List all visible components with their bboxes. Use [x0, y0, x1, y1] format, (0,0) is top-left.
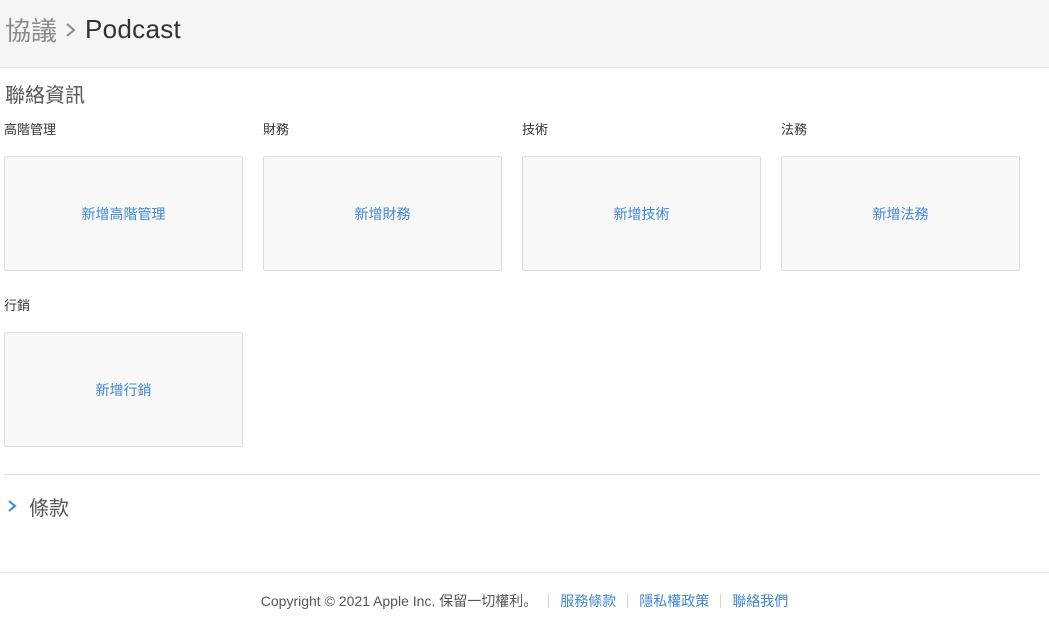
copyright-text: Copyright © 2021 Apple Inc. 保留一切權利。 [260, 593, 538, 609]
terms-of-service-link[interactable]: 服務條款 [560, 591, 616, 611]
group-label: 高階管理 [4, 122, 57, 137]
contact-group-legal: 法務 新增法務 [781, 121, 1020, 271]
page-header: 協議 Podcast [0, 0, 1049, 68]
contact-group-marketing: 行銷 新增行銷 [4, 297, 243, 447]
contact-group-finance: 財務 新增財務 [263, 121, 502, 271]
breadcrumb-current: Podcast [85, 13, 182, 44]
add-finance-button[interactable]: 新增財務 [263, 156, 502, 271]
group-label: 法務 [781, 122, 808, 137]
add-button-label: 新增財務 [354, 205, 411, 222]
add-marketing-button[interactable]: 新增行銷 [4, 332, 243, 447]
footer-divider [720, 594, 722, 608]
group-label: 財務 [263, 122, 290, 137]
terms-label: 條款 [29, 497, 69, 520]
group-label: 行銷 [4, 298, 31, 313]
contact-group-executive: 高階管理 新增高階管理 [4, 121, 243, 271]
footer-divider [548, 594, 550, 608]
add-button-label: 新增行銷 [95, 381, 152, 398]
group-label: 技術 [522, 122, 549, 137]
page-footer: Copyright © 2021 Apple Inc. 保留一切權利。 服務條款… [0, 572, 1049, 619]
add-technical-button[interactable]: 新增技術 [522, 156, 761, 271]
add-executive-button[interactable]: 新增高階管理 [4, 156, 243, 271]
contact-group-technical: 技術 新增技術 [522, 121, 761, 271]
breadcrumb: 協議 Podcast [5, 12, 181, 46]
chevron-right-icon [8, 500, 17, 512]
add-button-label: 新增法務 [872, 205, 929, 222]
add-button-label: 新增高階管理 [81, 205, 166, 222]
terms-toggle[interactable]: 條款 [4, 492, 69, 520]
contact-section-title: 聯絡資訊 [5, 85, 85, 107]
add-button-label: 新增技術 [613, 205, 670, 222]
breadcrumb-root[interactable]: 協議 [5, 11, 57, 48]
privacy-policy-link[interactable]: 隱私權政策 [639, 591, 709, 611]
section-divider [4, 474, 1040, 475]
contact-us-link[interactable]: 聯絡我們 [732, 591, 788, 611]
footer-divider [627, 594, 629, 608]
chevron-right-icon [57, 12, 85, 46]
add-legal-button[interactable]: 新增法務 [781, 156, 1020, 271]
